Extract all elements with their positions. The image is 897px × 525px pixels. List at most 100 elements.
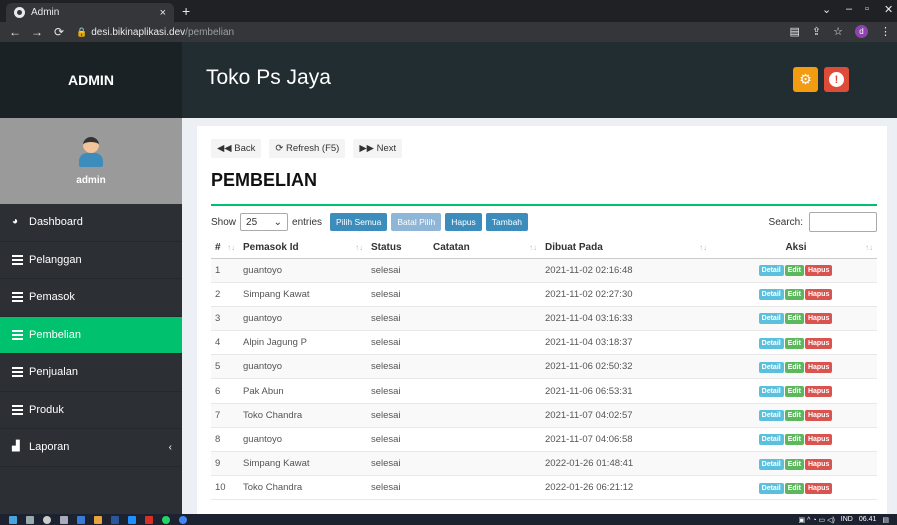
edge-icon[interactable] [77,515,85,524]
detail-button[interactable]: Detail [758,434,784,446]
minimize-icon[interactable]: – [846,3,852,15]
search-input[interactable] [809,212,877,232]
show-label: Show [211,216,237,228]
cortana-icon[interactable] [43,515,51,524]
hapus-row-button[interactable]: Hapus [804,482,833,494]
translate-icon[interactable]: ▤ [790,25,800,38]
tray-icons[interactable]: ▣ ^ ◔ ▭ ◁) [799,516,835,524]
detail-button[interactable]: Detail [758,458,784,470]
detail-button[interactable]: Detail [758,410,784,422]
share-icon[interactable]: ⇪ [812,25,821,38]
app-icon[interactable] [128,515,136,524]
language-indicator[interactable]: IND [841,516,853,523]
detail-button[interactable]: Detail [758,361,784,373]
bookmark-star-icon[interactable]: ☆ [833,25,843,38]
word-icon[interactable] [111,515,119,524]
row-number: 9 [211,451,239,477]
sidebar-item-pelanggan[interactable]: Pelanggan [0,242,182,279]
acrobat-icon[interactable] [145,515,153,524]
dibuat-pada-cell: 2021-11-04 03:16:33 [541,306,711,332]
user-panel: admin [0,118,182,204]
pilih-semua-button[interactable]: Pilih Semua [330,213,388,231]
alert-button[interactable]: ! [824,67,849,92]
catatan-cell [429,403,541,428]
edit-button[interactable]: Edit [784,265,804,277]
app-logo[interactable]: ADMIN [0,42,182,118]
table-icon [12,254,23,265]
hapus-row-button[interactable]: Hapus [804,337,833,349]
hapus-button[interactable]: Hapus [445,213,482,231]
column-header[interactable]: Status [367,238,429,259]
edit-button[interactable]: Edit [784,458,804,470]
hapus-row-button[interactable]: Hapus [804,458,833,470]
next-button[interactable]: ▶▶ Next [353,139,403,158]
status-cell: selesai [367,330,429,356]
edit-button[interactable]: Edit [784,482,804,494]
detail-button[interactable]: Detail [758,289,784,301]
chrome-icon[interactable] [179,515,187,524]
edit-button[interactable]: Edit [784,386,804,398]
maximize-icon[interactable]: ▫ [865,3,869,15]
sidebar-item-produk[interactable]: Produk [0,392,182,429]
column-header[interactable]: Aksi ↑↓ [711,238,877,259]
tab-close-button[interactable]: × [160,7,166,19]
refresh-button[interactable]: ⟳ Refresh (F5) [269,139,346,158]
dibuat-pada-cell: 2021-11-06 06:53:31 [541,378,711,404]
hapus-row-button[interactable]: Hapus [804,313,833,325]
browser-tab[interactable]: Admin × [6,3,174,22]
column-header[interactable]: Catatan ↑↓ [429,238,541,259]
hapus-row-button[interactable]: Hapus [804,434,833,446]
entries-select[interactable]: 25 ⌄ [240,213,289,231]
detail-button[interactable]: Detail [758,265,784,277]
detail-button[interactable]: Detail [758,337,784,349]
profile-avatar[interactable]: d [855,25,868,38]
whatsapp-icon[interactable] [162,515,170,524]
pemasok-cell: guantoyo [239,258,367,283]
kebab-menu-icon[interactable]: ⋮ [880,25,891,38]
sidebar-item-pemasok[interactable]: Pemasok [0,279,182,317]
tambah-button[interactable]: Tambah [485,213,529,231]
new-tab-button[interactable]: + [182,3,190,19]
url-field[interactable]: 🔒 desi.bikinaplikasi.dev /pembelian [76,27,234,38]
sidebar-item-pembelian[interactable]: Pembelian [0,316,182,354]
notification-icon[interactable]: ▤ [882,516,889,524]
sidebar-item-penjualan[interactable]: Penjualan [0,354,182,392]
edit-button[interactable]: Edit [784,410,804,422]
aksi-cell: Detail Edit Hapus [711,330,877,356]
task-view-icon[interactable] [60,515,68,524]
edit-button[interactable]: Edit [784,434,804,446]
settings-button[interactable]: ⚙ [793,67,818,92]
edit-button[interactable]: Edit [784,313,804,325]
hapus-row-button[interactable]: Hapus [804,361,833,373]
back-arrow-icon[interactable]: ← [8,25,22,39]
file-explorer-icon[interactable] [94,515,102,524]
detail-button[interactable]: Detail [758,386,784,398]
tab-search-icon[interactable]: ⌄ [822,3,831,16]
edit-button[interactable]: Edit [784,289,804,301]
column-header[interactable]: Dibuat Pada ↑↓ [541,238,711,259]
detail-button[interactable]: Detail [758,313,784,325]
hapus-row-button[interactable]: Hapus [804,265,833,277]
batal-pilih-button[interactable]: Batal Pilih [391,213,442,231]
edit-button[interactable]: Edit [784,361,804,373]
hapus-row-button[interactable]: Hapus [804,410,833,422]
sidebar-item-label: Pemasok [29,291,75,304]
column-header[interactable]: # ↑↓ [211,238,239,259]
clock[interactable]: 06.41 [859,516,877,523]
hapus-row-button[interactable]: Hapus [804,289,833,301]
edit-button[interactable]: Edit [784,337,804,349]
column-header[interactable]: Pemasok Id ↑↓ [239,238,367,259]
windows-start-icon[interactable] [9,515,17,524]
status-cell: selesai [367,475,429,501]
sidebar-item-dashboard[interactable]: ◕ Dashboard [0,204,182,242]
detail-button[interactable]: Detail [758,482,784,494]
forward-arrow-icon[interactable]: → [30,25,44,39]
reload-icon[interactable]: ⟳ [52,25,66,39]
search-icon[interactable] [26,515,34,524]
sidebar-item-laporan[interactable]: ▟ Laporan ‹ [0,429,182,467]
chart-icon: ▟ [12,441,20,453]
hapus-row-button[interactable]: Hapus [804,386,833,398]
double-left-icon: ◀◀ [217,143,232,154]
close-window-icon[interactable]: ✕ [884,3,893,16]
back-button[interactable]: ◀◀ Back [211,139,262,158]
